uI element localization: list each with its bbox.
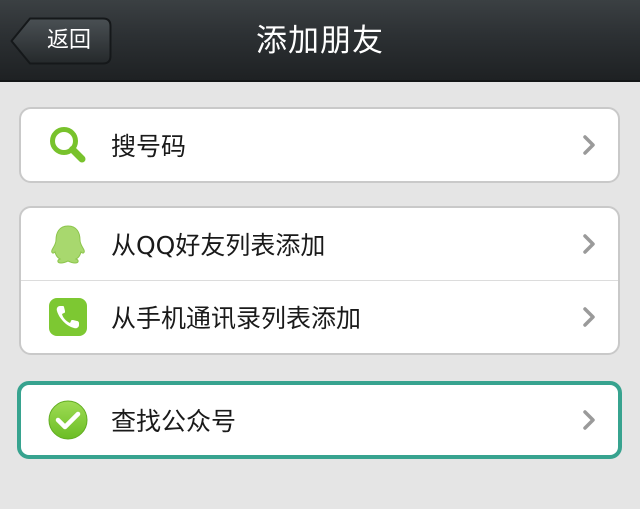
chevron-right-icon: [583, 307, 595, 327]
qq-icon: [51, 225, 85, 264]
navigation-bar: 返回 添加朋友: [0, 0, 640, 82]
import-contacts-group: 从QQ好友列表添加 从手机通讯录列表添加: [19, 206, 620, 355]
list-item-label: 从QQ好友列表添加: [111, 231, 326, 260]
list-item-label: 搜号码: [111, 132, 187, 161]
search-group: 搜号码: [19, 107, 620, 183]
chevron-right-icon: [583, 410, 595, 430]
list-item-label: 查找公众号: [111, 407, 237, 436]
page-title: 添加朋友: [256, 23, 384, 59]
find-official-account-item[interactable]: 查找公众号: [21, 385, 618, 455]
search-icon: [50, 127, 86, 163]
search-number-item[interactable]: 搜号码: [21, 109, 618, 181]
phone-contacts-item[interactable]: 从手机通讯录列表添加: [21, 280, 618, 353]
chevron-right-icon: [583, 234, 595, 254]
chevron-right-icon: [583, 135, 595, 155]
check-circle-icon: [48, 400, 88, 440]
qq-friends-item[interactable]: 从QQ好友列表添加: [21, 208, 618, 280]
official-accounts-group: 查找公众号: [17, 381, 622, 459]
phone-icon: [49, 298, 87, 336]
list-item-label: 从手机通讯录列表添加: [111, 304, 362, 333]
